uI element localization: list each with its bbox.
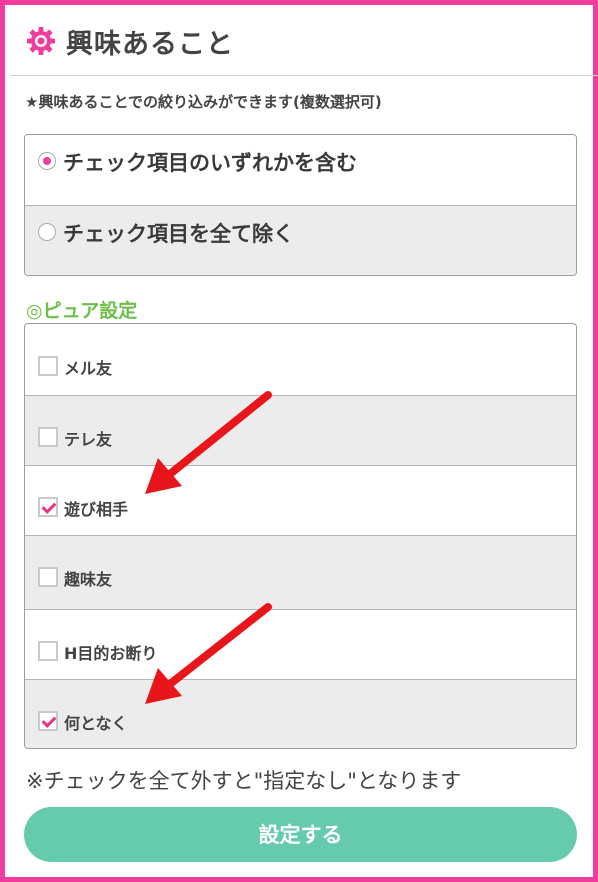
checkbox-label: H目的お断り <box>64 644 158 663</box>
checkbox-label: 何となく <box>64 714 128 733</box>
checkbox[interactable] <box>38 497 58 517</box>
pure-settings-list: メル友 テレ友 遊び相手 趣味友 H目的お断り 何となく <box>24 323 577 749</box>
checkbox-label: メル友 <box>64 359 113 378</box>
match-mode-group: チェック項目のいずれかを含む チェック項目を全て除く <box>24 134 577 276</box>
checkbox-row-no-h-purpose[interactable]: H目的お断り <box>25 609 576 679</box>
checkbox-row-mail-friend[interactable]: メル友 <box>25 324 576 395</box>
radio-button[interactable] <box>38 152 56 170</box>
match-mode-option-exclude-all[interactable]: チェック項目を全て除く <box>25 205 576 275</box>
checkbox-row-casual[interactable]: 何となく <box>25 679 576 748</box>
checkbox-label: テレ友 <box>64 430 113 449</box>
checkbox-label: 趣味友 <box>64 570 113 589</box>
checkbox[interactable] <box>38 641 58 661</box>
checkbox[interactable] <box>38 567 58 587</box>
checkbox-row-play-partner[interactable]: 遊び相手 <box>25 465 576 535</box>
checkbox-row-hobby-friend[interactable]: 趣味友 <box>25 535 576 609</box>
match-mode-option-include-any[interactable]: チェック項目のいずれかを含む <box>25 135 576 205</box>
footnote: ※チェックを全て外すと"指定なし"となります <box>26 769 462 793</box>
page-title: 興味あること <box>66 29 234 60</box>
pure-section-title: ◎ピュア設定 <box>26 300 138 322</box>
checkbox-label: 遊び相手 <box>64 500 129 519</box>
radio-button[interactable] <box>38 223 56 241</box>
radio-label: チェック項目のいずれかを含む <box>63 151 357 175</box>
checkbox[interactable] <box>38 356 58 376</box>
radio-label: チェック項目を全て除く <box>63 222 294 246</box>
checkbox[interactable] <box>38 711 58 731</box>
header: 興味あること <box>10 10 598 76</box>
checkbox[interactable] <box>38 427 58 447</box>
submit-button[interactable]: 設定する <box>24 807 577 862</box>
gear-icon <box>27 27 55 55</box>
intro-note: ★興味あることでの絞り込みができます(複数選択可) <box>25 93 382 111</box>
checkbox-row-phone-friend[interactable]: テレ友 <box>25 395 576 465</box>
